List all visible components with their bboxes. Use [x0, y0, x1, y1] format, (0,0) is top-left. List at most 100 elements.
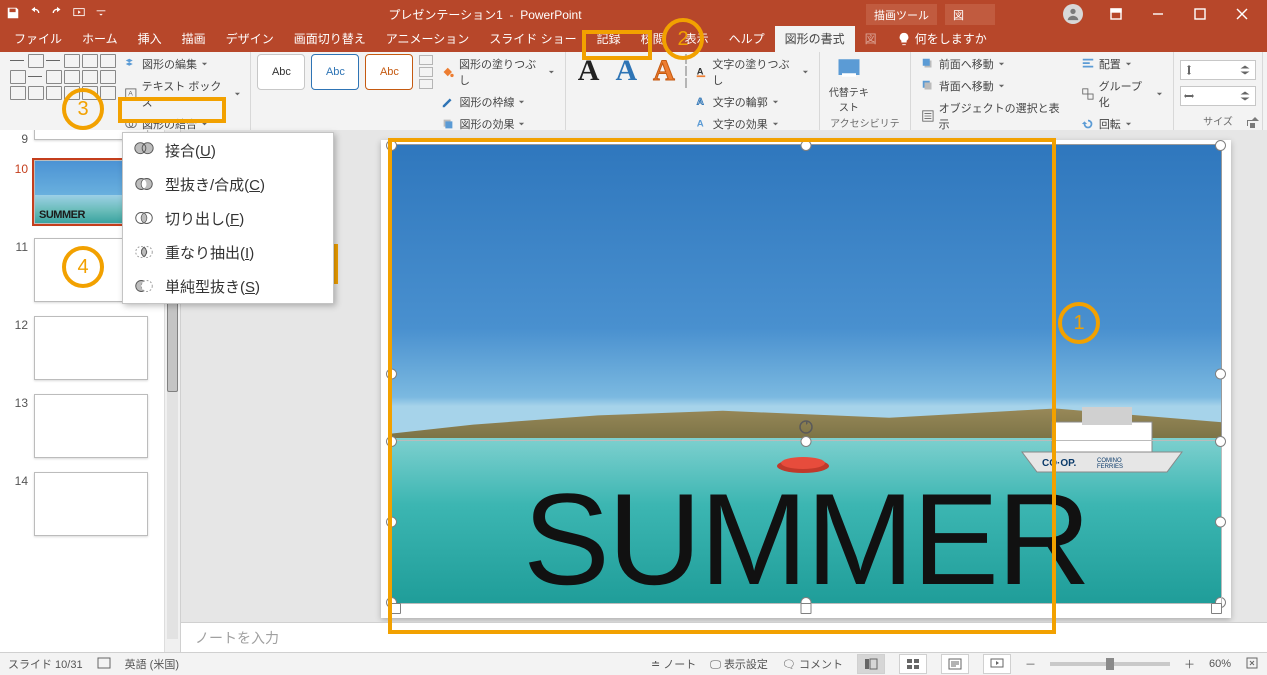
wordart-preset[interactable]: A	[572, 54, 606, 88]
wordart-gallery[interactable]: A A A	[572, 54, 687, 88]
bring-forward-button[interactable]: 前面へ移動	[917, 54, 1073, 74]
zoom-in-button[interactable]: ＋	[1184, 656, 1195, 672]
tab-animations[interactable]: アニメーション	[376, 26, 480, 52]
tab-record[interactable]: 記録	[587, 26, 631, 52]
status-spellcheck-icon[interactable]	[97, 656, 111, 673]
thumb-text: SUMMER	[39, 209, 85, 221]
wordart-more[interactable]	[685, 54, 687, 88]
wordart-preset[interactable]: A	[609, 54, 643, 88]
height-icon	[1183, 64, 1195, 76]
zoom-out-button[interactable]: －	[1025, 656, 1036, 672]
spinner-icon[interactable]	[1239, 90, 1251, 102]
tab-review[interactable]: 校閲	[631, 26, 675, 52]
group-button[interactable]: グループ化	[1077, 76, 1167, 112]
shape-outline-button[interactable]: 図形の枠線	[437, 92, 558, 112]
group-accessibility: 代替テキスト アクセシビリティ	[820, 52, 911, 130]
group-shape-styles: Abc Abc Abc 図形の塗りつぶし 図形の枠線 図形の効果	[251, 52, 565, 130]
tab-shape-format[interactable]: 図形の書式	[775, 26, 855, 52]
combine-icon	[133, 173, 155, 195]
view-slideshow-button[interactable]	[983, 654, 1011, 674]
slide-thumbnail[interactable]	[34, 394, 148, 458]
slide-canvas[interactable]: CO·OP.COMINOFERRIES SUMMER	[181, 130, 1267, 622]
context-tab-drawing-tools: 描画ツール	[866, 4, 937, 25]
tab-design[interactable]: デザイン	[216, 26, 284, 52]
tab-view[interactable]: 表示	[675, 26, 719, 52]
text-box-icon: A	[124, 87, 138, 101]
edit-shape-button[interactable]: 図形の編集	[120, 54, 244, 74]
shape-height-input[interactable]	[1180, 60, 1256, 80]
status-slide-number: スライド 10/31	[8, 656, 83, 672]
tab-slideshow[interactable]: スライド ショー	[479, 26, 586, 52]
qat-more-icon[interactable]	[94, 6, 108, 23]
align-button[interactable]: 配置	[1077, 54, 1167, 74]
tab-insert[interactable]: 挿入	[128, 26, 172, 52]
notes-pane[interactable]: ノートを入力	[181, 622, 1267, 653]
slide-thumbnail[interactable]	[34, 316, 148, 380]
status-language[interactable]: 英語 (米国)	[125, 656, 179, 672]
tab-home[interactable]: ホーム	[72, 26, 128, 52]
text-fill-button[interactable]: A 文字の塗りつぶし	[691, 54, 813, 90]
crop-handle[interactable]	[801, 603, 812, 614]
shape-width-input[interactable]	[1180, 86, 1256, 106]
slide: CO·OP.COMINOFERRIES SUMMER	[381, 140, 1231, 618]
menu-subtract[interactable]: 単純型抜き(S)	[123, 269, 333, 303]
collapse-ribbon-icon[interactable]	[1249, 113, 1261, 128]
menu-intersect[interactable]: 重なり抽出(I)	[123, 235, 333, 269]
status-comments-button[interactable]: 🗨 コメント	[782, 656, 843, 672]
text-box-button[interactable]: A テキスト ボックス	[120, 76, 244, 112]
thumb-number: 11	[10, 238, 28, 254]
ribbon-display-icon[interactable]	[1097, 3, 1135, 25]
status-notes-button[interactable]: ≐ ノート	[651, 656, 696, 672]
alt-text-button[interactable]: 代替テキスト	[826, 54, 872, 114]
text-outline-button[interactable]: A 文字の輪郭	[691, 92, 813, 112]
title-bar: プレゼンテーション1 - PowerPoint 描画ツール 図	[0, 0, 1267, 28]
crop-handle[interactable]	[390, 603, 401, 614]
save-icon[interactable]	[6, 6, 20, 23]
view-reading-button[interactable]	[941, 654, 969, 674]
zoom-level[interactable]: 60%	[1209, 658, 1231, 670]
pen-icon	[441, 95, 455, 109]
shape-styles-more[interactable]	[419, 54, 433, 90]
status-display-settings[interactable]: 🖵 表示設定	[710, 656, 768, 672]
shape-style-preset[interactable]: Abc	[257, 54, 305, 90]
align-icon	[1081, 57, 1095, 71]
send-backward-button[interactable]: 背面へ移動	[917, 76, 1073, 96]
menu-combine[interactable]: 型抜き/合成(C)	[123, 167, 333, 201]
start-slideshow-icon[interactable]	[72, 6, 86, 23]
minimize-button[interactable]	[1139, 3, 1177, 25]
close-button[interactable]	[1223, 3, 1261, 25]
spinner-icon[interactable]	[1239, 64, 1251, 76]
svg-text:A: A	[697, 97, 704, 108]
menu-fragment[interactable]: 切り出し(F)	[123, 201, 333, 235]
wordart-preset[interactable]: A	[647, 54, 681, 88]
shape-styles-gallery[interactable]: Abc Abc Abc	[257, 54, 433, 90]
svg-text:A: A	[128, 91, 133, 98]
view-normal-button[interactable]	[857, 654, 885, 674]
text-outline-icon: A	[695, 95, 709, 109]
selection-pane-button[interactable]: オブジェクトの選択と表示	[917, 98, 1073, 134]
view-sorter-button[interactable]	[899, 654, 927, 674]
undo-icon[interactable]	[28, 6, 42, 23]
zoom-slider[interactable]	[1050, 662, 1170, 666]
crop-handle[interactable]	[1211, 603, 1222, 614]
group-icon	[1081, 87, 1095, 101]
shape-style-preset[interactable]: Abc	[365, 54, 413, 90]
slide-thumbnail[interactable]	[34, 472, 148, 536]
thumb-number: 13	[10, 394, 28, 410]
tab-help[interactable]: ヘルプ	[719, 26, 775, 52]
tab-file[interactable]: ファイル	[4, 26, 72, 52]
tab-draw[interactable]: 描画	[172, 26, 216, 52]
status-bar: スライド 10/31 英語 (米国) ≐ ノート 🖵 表示設定 🗨 コメント －…	[0, 652, 1267, 675]
tell-me-search[interactable]: 何をしますか	[887, 26, 997, 52]
shape-fill-button[interactable]: 図形の塗りつぶし	[437, 54, 558, 90]
fit-to-window-button[interactable]	[1245, 656, 1259, 673]
redo-icon[interactable]	[50, 6, 64, 23]
maximize-button[interactable]	[1181, 3, 1219, 25]
selection-box-text	[390, 440, 1222, 604]
shapes-gallery[interactable]	[10, 54, 116, 100]
shape-style-preset[interactable]: Abc	[311, 54, 359, 90]
tab-picture-format[interactable]: 図	[855, 26, 887, 52]
menu-union[interactable]: 接合(U)	[123, 133, 333, 167]
account-avatar[interactable]	[1063, 4, 1083, 24]
tab-transitions[interactable]: 画面切り替え	[284, 26, 376, 52]
